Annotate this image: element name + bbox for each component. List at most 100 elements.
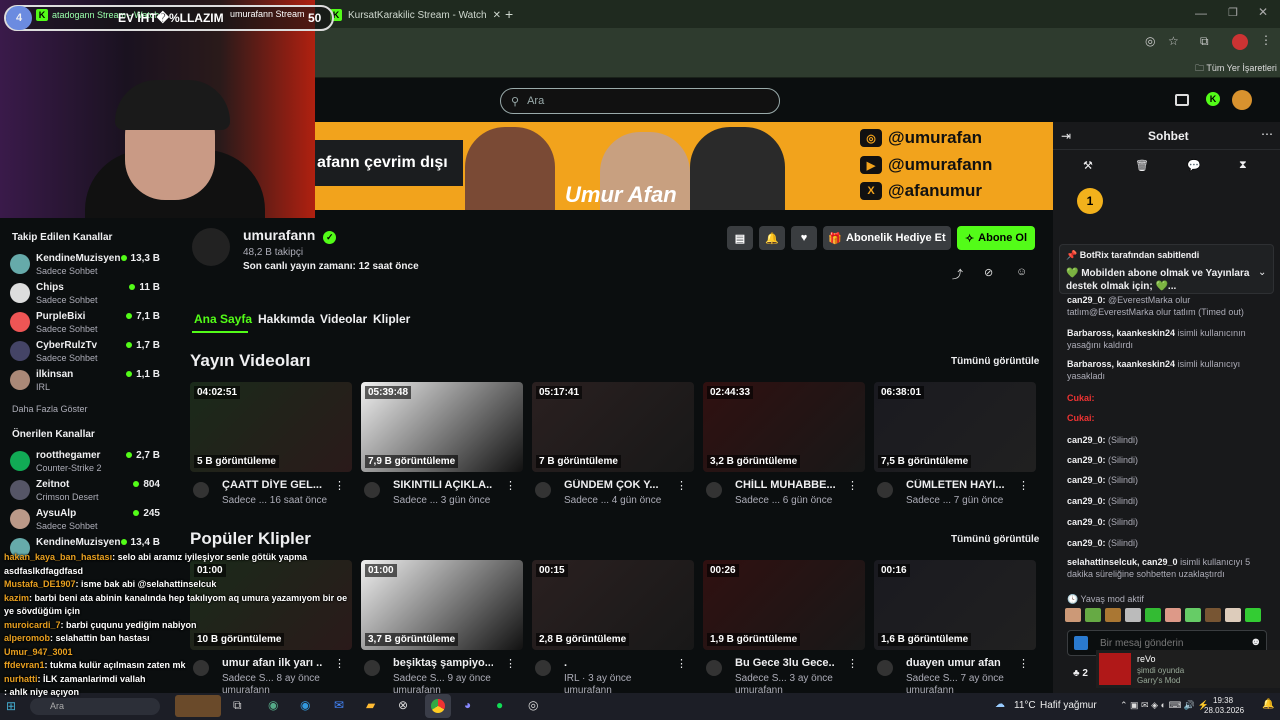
extensions-icon[interactable]: ⧉ <box>1200 34 1209 49</box>
subscribe-button[interactable]: ✧ Abone Ol <box>957 226 1035 250</box>
videos-see-all[interactable]: Tümünü görüntüle <box>951 356 1039 367</box>
now-playing-toast[interactable]: reVo şimdi oyunda Garry's Mod <box>1096 650 1280 688</box>
clip-thumbnail[interactable]: 00:26 1,9 B görüntüleme <box>703 560 865 650</box>
emote[interactable] <box>1165 608 1181 622</box>
video-title[interactable]: CHİLL MUHABBE... <box>735 479 835 491</box>
trash-icon[interactable]: 🗑 <box>1135 159 1149 172</box>
mail-icon[interactable]: ✉ <box>334 698 344 712</box>
notification-button[interactable]: 🔔 <box>759 226 785 250</box>
video-thumbnail[interactable]: 05:17:41 7 B görüntüleme <box>532 382 694 472</box>
tab-home[interactable]: Ana Sayfa <box>194 312 252 326</box>
chat-message[interactable]: can29_0: @EverestMarka olur tatlım@Evere… <box>1067 294 1267 318</box>
emote[interactable] <box>1125 608 1141 622</box>
emote[interactable] <box>1105 608 1121 622</box>
app-icon[interactable]: ◉ <box>268 698 278 712</box>
sidebar-channel[interactable]: ilkinsan IRL 1,1 B <box>10 368 160 396</box>
pinned-message[interactable]: 📌 BotRix tarafından sabitlendi 💚 Mobilde… <box>1059 244 1274 294</box>
obs-icon[interactable]: ◎ <box>528 698 538 712</box>
task-view-icon[interactable]: ⧉ <box>233 698 242 713</box>
channel-avatar[interactable] <box>706 482 722 498</box>
video-title[interactable]: SIKINTILI AÇIKLA... <box>393 479 493 491</box>
minimize-icon[interactable]: — <box>1195 6 1207 20</box>
more-options-icon[interactable]: ⋮ <box>676 479 687 492</box>
sidebar-channel[interactable]: CyberRulzTv Sadece Sohbet 1,7 B <box>10 339 160 367</box>
sidebar-channel[interactable]: PurpleBixi Sadece Sohbet 7,1 B <box>10 310 160 338</box>
video-title[interactable]: CÜMLETEN HAYI... <box>906 479 1006 491</box>
chat-message[interactable]: can29_0: (Silindi) <box>1067 474 1267 486</box>
profile-icon[interactable] <box>1232 34 1248 50</box>
kick-logo-icon[interactable]: K <box>1206 92 1220 106</box>
sidebar-channel[interactable]: Zeitnot Crimson Desert 804 <box>10 478 160 506</box>
star-icon[interactable]: ☆ <box>1168 34 1179 48</box>
chat-message[interactable]: selahattinselcuk, can29_0 isimli kullanı… <box>1067 556 1267 580</box>
chat-bubble-icon[interactable]: 💬 <box>1187 159 1201 172</box>
rewards-icon[interactable] <box>1175 94 1189 106</box>
gift-sub-button[interactable]: 🎁 Abonelik Hediye Et <box>823 226 951 250</box>
clip-thumbnail[interactable]: 01:00 3,7 B görüntüleme <box>361 560 523 650</box>
chat-message[interactable]: can29_0: (Silindi) <box>1067 454 1267 466</box>
mute-icon[interactable]: ⊘ <box>984 266 993 279</box>
emoji-icon[interactable]: ☻ <box>1250 636 1262 648</box>
clip-title[interactable]: duayen umur afan <box>906 657 1006 669</box>
video-thumbnail[interactable]: 02:44:33 3,2 B görüntüleme <box>703 382 865 472</box>
more-options-icon[interactable]: ⋮ <box>334 657 345 670</box>
search-input[interactable]: ⚲ Ara <box>500 88 780 114</box>
user-avatar[interactable] <box>1232 90 1252 110</box>
more-options-icon[interactable]: ⋮ <box>847 657 858 670</box>
clip-thumbnail[interactable]: 01:00 10 B görüntüleme <box>190 560 352 650</box>
hourglass-icon[interactable]: ⧗ <box>1239 159 1247 172</box>
channel-avatar[interactable] <box>193 660 209 676</box>
sidebar-channel[interactable]: rootthegamer Counter-Strike 2 2,7 B <box>10 449 160 477</box>
edge-icon[interactable]: ◉ <box>300 698 310 712</box>
follow-button[interactable]: ♥ <box>791 226 817 250</box>
mod-tools-icon[interactable]: ⚒ <box>1083 159 1093 172</box>
tab-about[interactable]: Hakkımda <box>258 312 315 326</box>
chat-message[interactable]: can29_0: (Silindi) <box>1067 434 1267 446</box>
emote[interactable] <box>1145 608 1161 622</box>
leaderboard-badge[interactable]: 1 <box>1077 188 1103 214</box>
chat-message[interactable]: Cukai: <box>1067 392 1267 404</box>
emote[interactable] <box>1185 608 1201 622</box>
emote[interactable] <box>1065 608 1081 622</box>
tab-clips[interactable]: Klipler <box>373 312 410 326</box>
widget-image[interactable] <box>175 695 221 717</box>
sidebar-channel[interactable]: KendineMuzisyen Sadece Sohbet 13,3 B <box>10 252 160 280</box>
channel-avatar[interactable] <box>706 660 722 676</box>
discord-icon[interactable]: ◕ <box>464 698 471 712</box>
channel-avatar[interactable] <box>535 482 551 498</box>
emote[interactable] <box>1205 608 1221 622</box>
eye-off-icon[interactable]: ◎ <box>1145 34 1155 48</box>
clip-thumbnail[interactable]: 00:15 2,8 B görüntüleme <box>532 560 694 650</box>
video-title[interactable]: GÜNDEM ÇOK Y... <box>564 479 664 491</box>
more-options-icon[interactable]: ⋮ <box>334 479 345 492</box>
chrome-taskbar-button[interactable] <box>425 694 451 718</box>
more-options-icon[interactable]: ⋮ <box>847 479 858 492</box>
tab-videos[interactable]: Videolar <box>320 312 367 326</box>
window-close-icon[interactable]: ✕ <box>1258 5 1268 19</box>
clip-title[interactable]: umur afan ilk yarı ... <box>222 657 322 669</box>
clip-title[interactable]: beşiktaş şampiyo... <box>393 657 493 669</box>
taskbar-search[interactable]: Ara <box>30 698 160 715</box>
more-options-icon[interactable]: ⋮ <box>505 479 516 492</box>
maximize-icon[interactable]: ❐ <box>1228 6 1238 19</box>
folder-icon[interactable]: ▰ <box>366 698 375 712</box>
clip-title[interactable]: . <box>564 657 664 669</box>
user-report-icon[interactable]: ☺ <box>1016 266 1027 278</box>
clip-title[interactable]: Bu Gece 3lu Gece... <box>735 657 835 669</box>
sidebar-channel[interactable]: Chips Sadece Sohbet 11 B <box>10 281 160 309</box>
emote[interactable] <box>1245 608 1261 622</box>
chat-message[interactable]: Barbaross, kaankeskin24 isimli kullanıcı… <box>1067 358 1267 382</box>
channel-avatar[interactable] <box>877 482 893 498</box>
channel-avatar[interactable] <box>877 660 893 676</box>
video-thumbnail[interactable]: 04:02:51 5 B görüntüleme <box>190 382 352 472</box>
collapse-chat-icon[interactable]: ⇥ <box>1061 129 1071 143</box>
tray-icons[interactable]: ⌃ ▣ ✉ ◈ ◐ ⌨ 🔊 ⚡ <box>1120 700 1209 711</box>
chat-message[interactable]: Barbaross, kaankeskin24 isimli kullanıcı… <box>1067 327 1267 351</box>
spotify-icon[interactable]: ● <box>496 698 503 712</box>
xbox-icon[interactable]: ⊗ <box>398 698 408 712</box>
chat-message[interactable]: can29_0: (Silindi) <box>1067 537 1267 549</box>
more-options-icon[interactable]: ⋮ <box>1018 657 1029 670</box>
emote[interactable] <box>1085 608 1101 622</box>
share-icon[interactable]: ⤴ <box>952 266 963 282</box>
video-thumbnail[interactable]: 05:39:48 7,9 B görüntüleme <box>361 382 523 472</box>
